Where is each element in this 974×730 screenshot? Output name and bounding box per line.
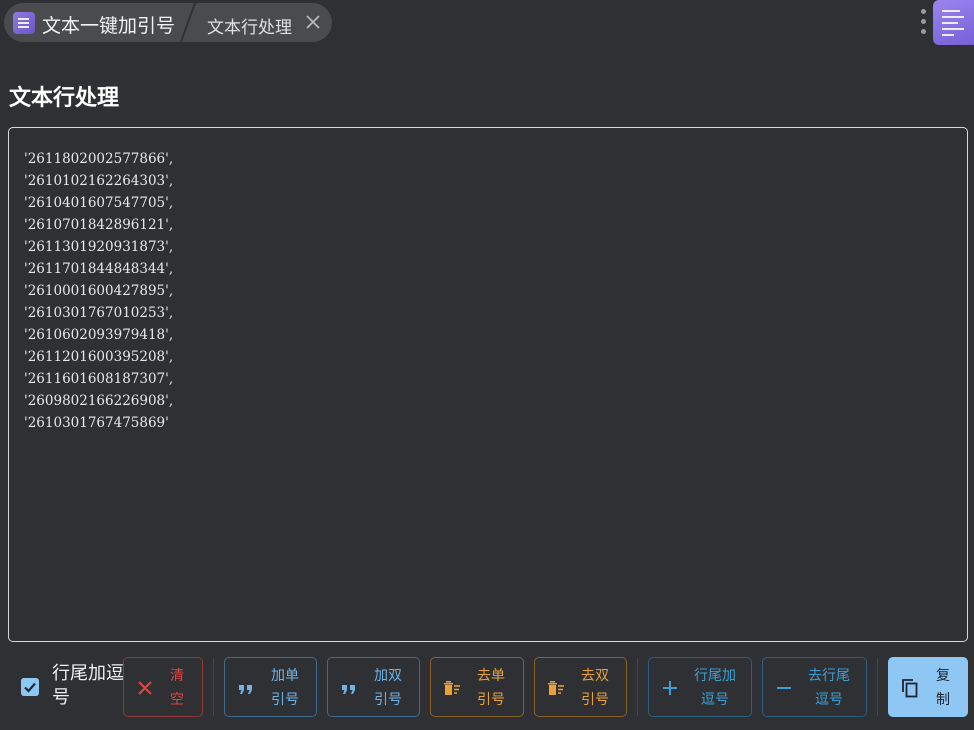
breadcrumb-app[interactable]: 文本一键加引号 <box>4 3 194 42</box>
remove-double-quote-label-1: 去双 <box>581 668 609 684</box>
copy-button[interactable]: 复 制 <box>888 657 968 717</box>
editor-line: '2611201600395208', <box>24 349 174 365</box>
add-trailing-comma-button[interactable]: 行尾加 逗号 <box>648 657 752 717</box>
add-single-quote-label-1: 加单 <box>271 668 299 684</box>
remove-trailing-comma-button[interactable]: 去行尾 逗号 <box>762 657 867 717</box>
add-double-quote-label-1: 加双 <box>374 668 402 684</box>
remove-single-quote-label-2: 引号 <box>477 692 505 708</box>
editor-line: '2611601608187307', <box>24 371 174 387</box>
remove-trailing-comma-label-1: 去行尾 <box>808 668 850 684</box>
toolbar-divider <box>637 658 638 716</box>
remove-double-quote-button[interactable]: 去双 引号 <box>534 657 627 717</box>
trailing-comma-label[interactable]: 行尾加逗号 <box>52 662 124 710</box>
toolbar-divider <box>213 658 214 716</box>
editor-line: '2611301920931873', <box>24 239 174 255</box>
editor-line: '2610301767475869' <box>24 415 169 431</box>
editor-line: '2610602093979418', <box>24 327 174 343</box>
notebook-icon <box>13 12 35 34</box>
copy-icon <box>902 679 918 698</box>
trailing-comma-checkbox[interactable] <box>21 678 39 696</box>
editor-line: '2611802002577866', <box>24 151 174 167</box>
editor-line: '2610401607547705', <box>24 195 174 211</box>
add-double-quote-button[interactable]: 加双 引号 <box>327 657 420 717</box>
plus-icon <box>663 681 677 695</box>
quote-icon <box>239 685 252 694</box>
more-vertical-icon[interactable] <box>918 8 930 36</box>
remove-trailing-comma-label-2: 逗号 <box>815 692 843 708</box>
editor-line: '2610701842896121', <box>24 217 174 233</box>
tab-text-line-processing[interactable]: 文本行处理 <box>207 13 292 38</box>
remove-single-quote-label-1: 去单 <box>477 668 505 684</box>
toolbar-divider <box>877 658 878 716</box>
clear-label-1: 清 <box>170 668 184 684</box>
copy-label-1: 复 <box>936 668 950 684</box>
delete-sweep-icon <box>444 681 460 695</box>
clear-button[interactable]: 清 空 <box>123 657 203 717</box>
remove-double-quote-label-2: 引号 <box>581 692 609 708</box>
text-editor[interactable]: '2611802002577866', '2610102162264303', … <box>8 127 968 642</box>
add-double-quote-label-2: 引号 <box>374 692 402 708</box>
app-title: 文本一键加引号 <box>42 15 176 37</box>
editor-line: '2610102162264303', <box>24 173 174 189</box>
editor-line: '2611701844848344', <box>24 261 174 277</box>
add-trailing-comma-label-2: 逗号 <box>701 692 729 708</box>
action-toolbar: 行尾加逗号 清 空 加单 引号 加双 引号 去单 引号 去双 引号 行尾加 逗号… <box>0 652 974 722</box>
editor-line: '2609802166226908', <box>24 393 174 409</box>
top-bar: 文本一键加引号 文本行处理 <box>0 0 974 46</box>
editor-line: '2610301767010253', <box>24 305 174 321</box>
copy-label-2: 制 <box>936 692 950 708</box>
editor-line: '2610001600427895', <box>24 283 174 299</box>
breadcrumb: 文本一键加引号 文本行处理 <box>4 3 332 42</box>
minus-icon <box>777 687 791 689</box>
close-icon[interactable] <box>304 13 322 31</box>
page-title: 文本行处理 <box>9 86 120 111</box>
add-trailing-comma-label-1: 行尾加 <box>694 668 736 684</box>
add-single-quote-label-2: 引号 <box>271 692 299 708</box>
add-single-quote-button[interactable]: 加单 引号 <box>224 657 317 717</box>
delete-sweep-icon <box>548 681 564 695</box>
remove-single-quote-button[interactable]: 去单 引号 <box>430 657 524 717</box>
notes-icon[interactable] <box>933 0 974 45</box>
clear-label-2: 空 <box>170 692 184 708</box>
close-icon <box>138 681 152 695</box>
quote-icon <box>342 685 355 694</box>
